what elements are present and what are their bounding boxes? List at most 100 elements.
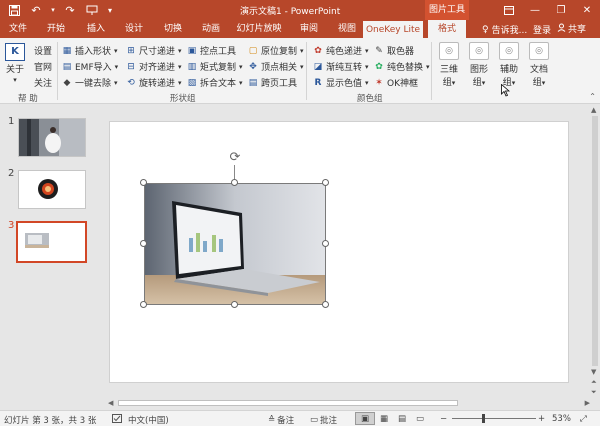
zoom-slider[interactable] <box>452 414 536 423</box>
in-place-copy-button[interactable]: ▢ 原位复制 ▾ <box>248 44 304 58</box>
size-step-button[interactable]: ⊞ 尺寸递进 ▾ <box>126 44 181 58</box>
scroll-right-icon[interactable]: ▶ <box>585 399 590 407</box>
tell-me-box[interactable]: ♀ 告诉我... <box>482 23 527 37</box>
chevron-down-icon: ▾ <box>300 46 304 55</box>
fit-to-window-icon[interactable]: ⤢ <box>580 414 587 424</box>
vertex-related-button[interactable]: ✥ 顶点相关 ▾ <box>248 60 303 74</box>
ribbon-display-icon[interactable] <box>496 0 522 20</box>
spellcheck-icon[interactable] <box>112 414 122 423</box>
tab-format[interactable]: 格式 <box>428 20 466 38</box>
chevron-down-icon: ▾ <box>178 62 182 71</box>
split-merge-text-button[interactable]: ▧ 拆合文本 ▾ <box>187 76 243 90</box>
resize-handle[interactable] <box>231 179 238 186</box>
tab-transitions[interactable]: 切换 <box>157 20 189 38</box>
scroll-down-icon[interactable]: ▼ <box>591 368 596 376</box>
tab-insert[interactable]: 插入 <box>80 20 112 38</box>
resize-handle[interactable] <box>140 240 147 247</box>
collapse-ribbon-icon[interactable]: ⌃ <box>589 92 596 101</box>
group-separator <box>57 42 58 100</box>
slide-thumbnail[interactable] <box>18 118 86 157</box>
resize-handle[interactable] <box>322 301 329 308</box>
resize-handle[interactable] <box>231 301 238 308</box>
tab-review[interactable]: 审阅 <box>293 20 325 38</box>
save-icon[interactable] <box>6 2 22 18</box>
selected-picture[interactable]: ⟳ <box>140 151 329 308</box>
notes-button[interactable]: ≙ 备注 <box>268 414 294 426</box>
zoom-in-icon[interactable]: + <box>538 414 545 424</box>
matrix-copy-button[interactable]: ▥ 矩式复制 ▾ <box>187 60 243 74</box>
customize-qat-icon[interactable]: ▾ <box>106 2 114 18</box>
sign-in-link[interactable]: 登录 <box>533 23 551 36</box>
horizontal-scrollbar[interactable]: ◀ ▶ <box>108 398 590 408</box>
resize-handle[interactable] <box>322 240 329 247</box>
scroll-thumb[interactable] <box>118 400 458 406</box>
follow-button[interactable]: 关注 <box>34 76 52 89</box>
comments-button[interactable]: ▭ 批注 <box>310 414 337 426</box>
slide-3-preview <box>18 223 85 261</box>
align-step-button[interactable]: ⊟ 对齐递进 ▾ <box>126 60 182 74</box>
document-group-label: 文档 <box>529 65 548 75</box>
scroll-left-icon[interactable]: ◀ <box>108 399 113 407</box>
share-button[interactable]: 共享 <box>557 22 586 35</box>
reading-view-icon[interactable]: ▤ <box>398 414 406 424</box>
tab-slideshow[interactable]: 幻灯片放映 <box>232 20 286 38</box>
tab-onekey-lite[interactable]: OneKey Lite <box>363 21 423 38</box>
tab-file[interactable]: 文件 <box>4 20 32 38</box>
slide-canvas[interactable]: ⟳ <box>109 121 569 383</box>
zoom-slider-thumb[interactable] <box>482 414 485 423</box>
graphics-group-button[interactable]: ◎ 图形 组▾ <box>467 42 491 88</box>
zoom-level[interactable]: 53% <box>552 414 571 424</box>
one-click-remove-button[interactable]: ◆ 一键去除 ▾ <box>62 76 118 90</box>
gradient-icon: ◪ <box>313 61 323 72</box>
handle-tool-button[interactable]: ▣ 控点工具 <box>187 44 236 58</box>
slide-thumbnail-selected[interactable] <box>16 221 87 263</box>
normal-view-icon[interactable]: ▣ <box>355 412 375 425</box>
close-icon[interactable]: ✕ <box>574 0 600 20</box>
minimize-icon[interactable]: — <box>522 0 548 20</box>
slide-thumbnail[interactable] <box>18 170 86 209</box>
resize-handle[interactable] <box>322 179 329 186</box>
ok-frame-button[interactable]: ✶ OK神框 <box>374 76 418 90</box>
redo-icon[interactable]: ↷ <box>62 2 78 18</box>
tab-design[interactable]: 设计 <box>118 20 150 38</box>
text-icon: ▧ <box>187 77 197 88</box>
3d-group-button[interactable]: ◎ 三维 组▾ <box>437 42 461 88</box>
slide-1-preview <box>19 119 85 156</box>
language-indicator[interactable]: 中文(中国) <box>128 414 169 426</box>
present-icon[interactable] <box>84 2 100 18</box>
tab-animations[interactable]: 动画 <box>195 20 227 38</box>
rotate-step-button[interactable]: ⟲ 旋转递进 ▾ <box>126 76 181 90</box>
auxiliary-group-button[interactable]: ◎ 辅助 组▾ <box>497 42 521 88</box>
dropdown-icon[interactable]: ▾ <box>50 2 56 18</box>
prev-slide-icon[interactable]: ⏶ <box>591 378 597 387</box>
insert-shape-button[interactable]: ▦ 插入形状 ▾ <box>62 44 118 58</box>
solid-color-step-button[interactable]: ✿ 纯色递进 ▾ <box>313 44 368 58</box>
about-button[interactable]: K 关于 ▾ <box>5 43 25 84</box>
notes-label: 备注 <box>277 416 295 426</box>
next-slide-icon[interactable]: ⏷ <box>591 388 597 397</box>
star-icon: ✶ <box>375 77 383 88</box>
tab-home[interactable]: 开始 <box>40 20 72 38</box>
slideshow-view-icon[interactable]: ▭ <box>416 414 424 424</box>
align-step-label: 对齐递进 <box>139 63 176 73</box>
scroll-up-icon[interactable]: ▲ <box>591 106 596 114</box>
restore-icon[interactable]: ❐ <box>548 0 574 20</box>
document-group-button[interactable]: ◎ 文档 组▾ <box>527 42 551 88</box>
resize-handle[interactable] <box>140 179 147 186</box>
gradient-solid-swap-button[interactable]: ◪ 渐纯互转 ▾ <box>313 60 369 74</box>
solid-color-replace-button[interactable]: ✿ 纯色替换 ▾ <box>374 60 429 74</box>
resize-handle[interactable] <box>140 301 147 308</box>
cross-page-tool-button[interactable]: ▤ 跨页工具 <box>248 76 297 90</box>
emf-import-button[interactable]: ▤ EMF导入 ▾ <box>62 60 118 74</box>
zoom-out-icon[interactable]: − <box>440 414 447 424</box>
rotate-handle-icon[interactable]: ⟳ <box>228 151 242 165</box>
show-color-value-button[interactable]: R 显示色值 ▾ <box>313 76 369 90</box>
slide-sorter-view-icon[interactable]: ▦ <box>380 414 388 424</box>
color-picker-button[interactable]: ✎ 取色器 <box>374 44 414 58</box>
vertical-scrollbar[interactable]: ▲ ▼ ⏶ ⏷ <box>590 104 600 398</box>
undo-icon[interactable]: ↶ <box>28 2 44 18</box>
website-button[interactable]: 官网 <box>34 60 52 73</box>
tab-view[interactable]: 视图 <box>331 20 363 38</box>
settings-button[interactable]: 设置 <box>34 44 52 57</box>
scroll-thumb[interactable] <box>592 116 598 366</box>
